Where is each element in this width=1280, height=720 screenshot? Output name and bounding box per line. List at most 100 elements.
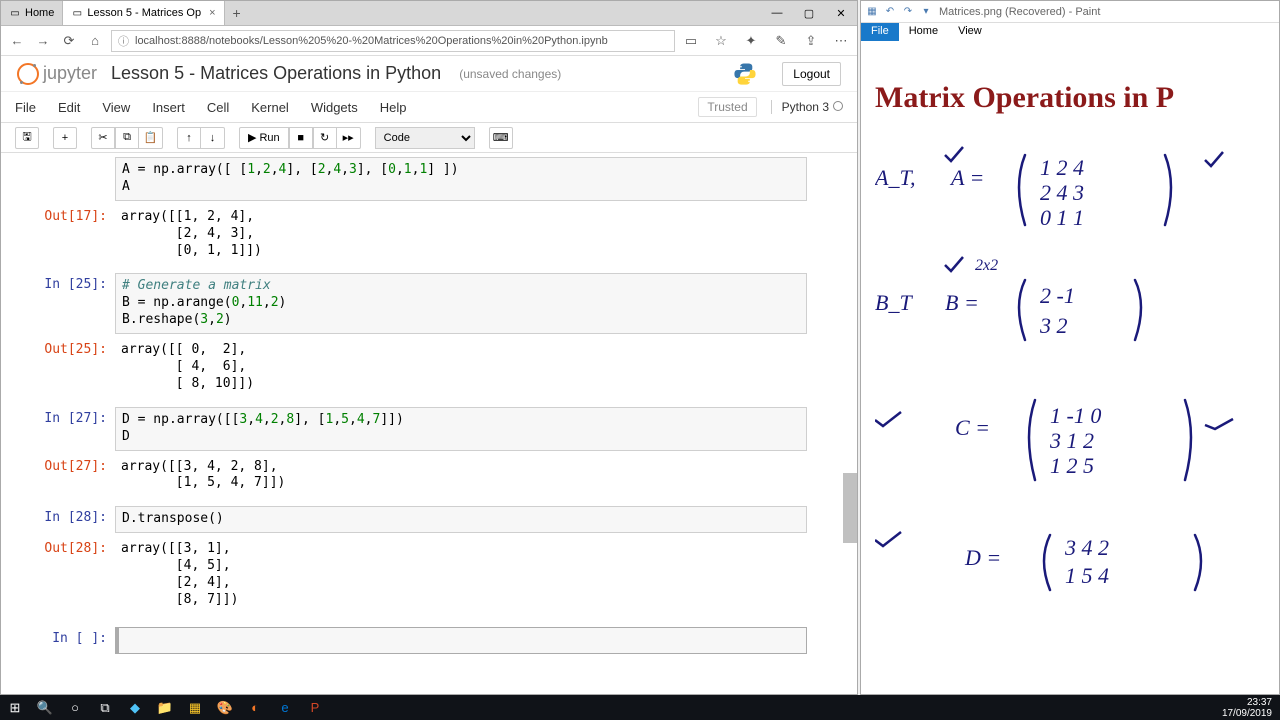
- move-up-button[interactable]: ↑: [177, 127, 201, 149]
- cut-button[interactable]: ✂: [91, 127, 115, 149]
- copy-button[interactable]: ⧉: [115, 127, 139, 149]
- forward-icon[interactable]: →: [33, 31, 53, 51]
- clock-date: 17/09/2019: [1222, 708, 1272, 719]
- dropdown-icon[interactable]: ▾: [919, 5, 933, 19]
- favorites-bar-icon[interactable]: ✦: [741, 31, 761, 51]
- jupyter-icon[interactable]: ◐: [240, 695, 270, 720]
- svg-text:3 2: 3 2: [1039, 313, 1068, 338]
- ribbon-tab-file[interactable]: File: [861, 23, 899, 41]
- powerpoint-icon[interactable]: P: [300, 695, 330, 720]
- browser-tab-lesson[interactable]: ▭ Lesson 5 - Matrices Op ×: [63, 1, 224, 25]
- logout-button[interactable]: Logout: [782, 62, 841, 86]
- menu-widgets[interactable]: Widgets: [311, 100, 358, 115]
- svg-text:B_T: B_T: [875, 290, 913, 315]
- cortana-icon[interactable]: ○: [60, 695, 90, 720]
- svg-text:2 4 3: 2 4 3: [1040, 180, 1084, 205]
- trusted-badge[interactable]: Trusted: [698, 97, 756, 117]
- code-input[interactable]: [115, 627, 807, 654]
- kernel-name[interactable]: Python 3: [771, 100, 843, 114]
- undo-icon[interactable]: ↶: [883, 5, 897, 19]
- close-button[interactable]: ✕: [825, 1, 857, 25]
- out-prompt: Out[25]:: [15, 338, 115, 397]
- notebook-title[interactable]: Lesson 5 - Matrices Operations in Python: [111, 63, 441, 84]
- redo-icon[interactable]: ↷: [901, 5, 915, 19]
- menu-cell[interactable]: Cell: [207, 100, 229, 115]
- code-input[interactable]: # Generate a matrix B = np.arange(0,11,2…: [115, 273, 807, 334]
- close-icon[interactable]: ×: [209, 7, 215, 19]
- jupyter-logo-icon: [17, 63, 39, 85]
- move-down-button[interactable]: ↓: [201, 127, 225, 149]
- svg-text:3 1 2: 3 1 2: [1049, 428, 1094, 453]
- maximize-button[interactable]: ▢: [793, 1, 825, 25]
- svg-text:1 2 5: 1 2 5: [1050, 453, 1094, 478]
- save-button[interactable]: 🖫: [15, 127, 39, 149]
- out-prompt: Out[27]:: [15, 455, 115, 497]
- explorer-icon[interactable]: 📁: [150, 695, 180, 720]
- paint-canvas[interactable]: Matrix Operations in P A_T, A = 1 2 4 2 …: [861, 41, 1279, 695]
- favorite-icon[interactable]: ☆: [711, 31, 731, 51]
- reading-icon[interactable]: ▭: [681, 31, 701, 51]
- quick-access-toolbar: ▦ ↶ ↷ ▾: [865, 5, 933, 19]
- menu-edit[interactable]: Edit: [58, 100, 80, 115]
- svg-text:A_T,: A_T,: [875, 165, 916, 190]
- code-input[interactable]: A = np.array([ [1,2,4], [2,4,3], [0,1,1]…: [115, 157, 807, 201]
- svg-text:2 -1: 2 -1: [1040, 283, 1075, 308]
- refresh-icon[interactable]: ⟳: [59, 31, 79, 51]
- menu-file[interactable]: File: [15, 100, 36, 115]
- new-tab-button[interactable]: +: [225, 5, 249, 21]
- notebook-content[interactable]: A = np.array([ [1,2,4], [2,4,3], [0,1,1]…: [1, 153, 857, 688]
- code-cell[interactable]: A = np.array([ [1,2,4], [2,4,3], [0,1,1]…: [15, 157, 807, 201]
- jupyter-brand: jupyter: [43, 63, 97, 84]
- in-prompt: In [25]:: [15, 273, 115, 334]
- menu-view[interactable]: View: [102, 100, 130, 115]
- svg-text:C =: C =: [955, 415, 990, 440]
- start-button[interactable]: ⊞: [0, 695, 30, 720]
- ribbon-tab-view[interactable]: View: [948, 23, 992, 41]
- jupyter-logo[interactable]: jupyter: [17, 63, 97, 85]
- code-input[interactable]: D = np.array([[3,4,2,8], [1,5,4,7]]) D: [115, 407, 807, 451]
- run-button[interactable]: ▶ Run: [239, 127, 289, 149]
- edge-icon[interactable]: e: [270, 695, 300, 720]
- code-cell-selected[interactable]: In [ ]:: [15, 627, 807, 654]
- code-cell[interactable]: In [25]: # Generate a matrix B = np.aran…: [15, 273, 807, 334]
- task-view-icon[interactable]: ⧉: [90, 695, 120, 720]
- home-icon[interactable]: ⌂: [85, 31, 105, 51]
- back-icon[interactable]: ←: [7, 31, 27, 51]
- menu-help[interactable]: Help: [380, 100, 407, 115]
- command-palette-button[interactable]: ⌨: [489, 127, 513, 149]
- paint-title: Matrices.png (Recovered) - Paint: [939, 6, 1100, 18]
- scrollbar-thumb[interactable]: [843, 473, 857, 543]
- cell-type-select[interactable]: Code: [375, 127, 475, 149]
- restart-run-all-button[interactable]: ▸▸: [337, 127, 361, 149]
- menu-kernel[interactable]: Kernel: [251, 100, 289, 115]
- add-cell-button[interactable]: +: [53, 127, 77, 149]
- ribbon-tab-home[interactable]: Home: [899, 23, 948, 41]
- search-icon[interactable]: 🔍: [30, 695, 60, 720]
- svg-text:3 4 2: 3 4 2: [1064, 535, 1109, 560]
- save-icon[interactable]: ▦: [865, 5, 879, 19]
- address-bar[interactable]: ⓘ localhost:8888/notebooks/Lesson%205%20…: [111, 30, 675, 52]
- interrupt-button[interactable]: ■: [289, 127, 313, 149]
- menu-icon[interactable]: ⋯: [831, 31, 851, 51]
- output-text: array([[3, 4, 2, 8], [1, 5, 4, 7]]): [115, 455, 807, 497]
- code-cell[interactable]: In [28]: D.transpose(): [15, 506, 807, 533]
- system-tray[interactable]: 23:37 17/09/2019: [1214, 697, 1280, 719]
- code-input[interactable]: D.transpose(): [115, 506, 807, 533]
- in-prompt: In [ ]:: [15, 627, 115, 654]
- notes-icon[interactable]: ✎: [771, 31, 791, 51]
- paste-button[interactable]: 📋: [139, 127, 163, 149]
- restart-button[interactable]: ↻: [313, 127, 337, 149]
- output-text: array([[3, 1], [4, 5], [2, 4], [8, 7]]): [115, 537, 807, 613]
- svg-text:1 2 4: 1 2 4: [1040, 155, 1084, 180]
- code-cell[interactable]: In [27]: D = np.array([[3,4,2,8], [1,5,4…: [15, 407, 807, 451]
- app-icon[interactable]: ◆: [120, 695, 150, 720]
- browser-tab-home[interactable]: ▭ Home: [1, 1, 63, 25]
- sticky-notes-icon[interactable]: ▦: [180, 695, 210, 720]
- paint-icon[interactable]: 🎨: [210, 695, 240, 720]
- in-prompt: In [27]:: [15, 407, 115, 451]
- share-icon[interactable]: ⇪: [801, 31, 821, 51]
- output-cell: Out[17]: array([[1, 2, 4], [2, 4, 3], [0…: [15, 205, 807, 264]
- menu-insert[interactable]: Insert: [152, 100, 185, 115]
- window-controls: — ▢ ✕: [761, 1, 857, 25]
- minimize-button[interactable]: —: [761, 1, 793, 25]
